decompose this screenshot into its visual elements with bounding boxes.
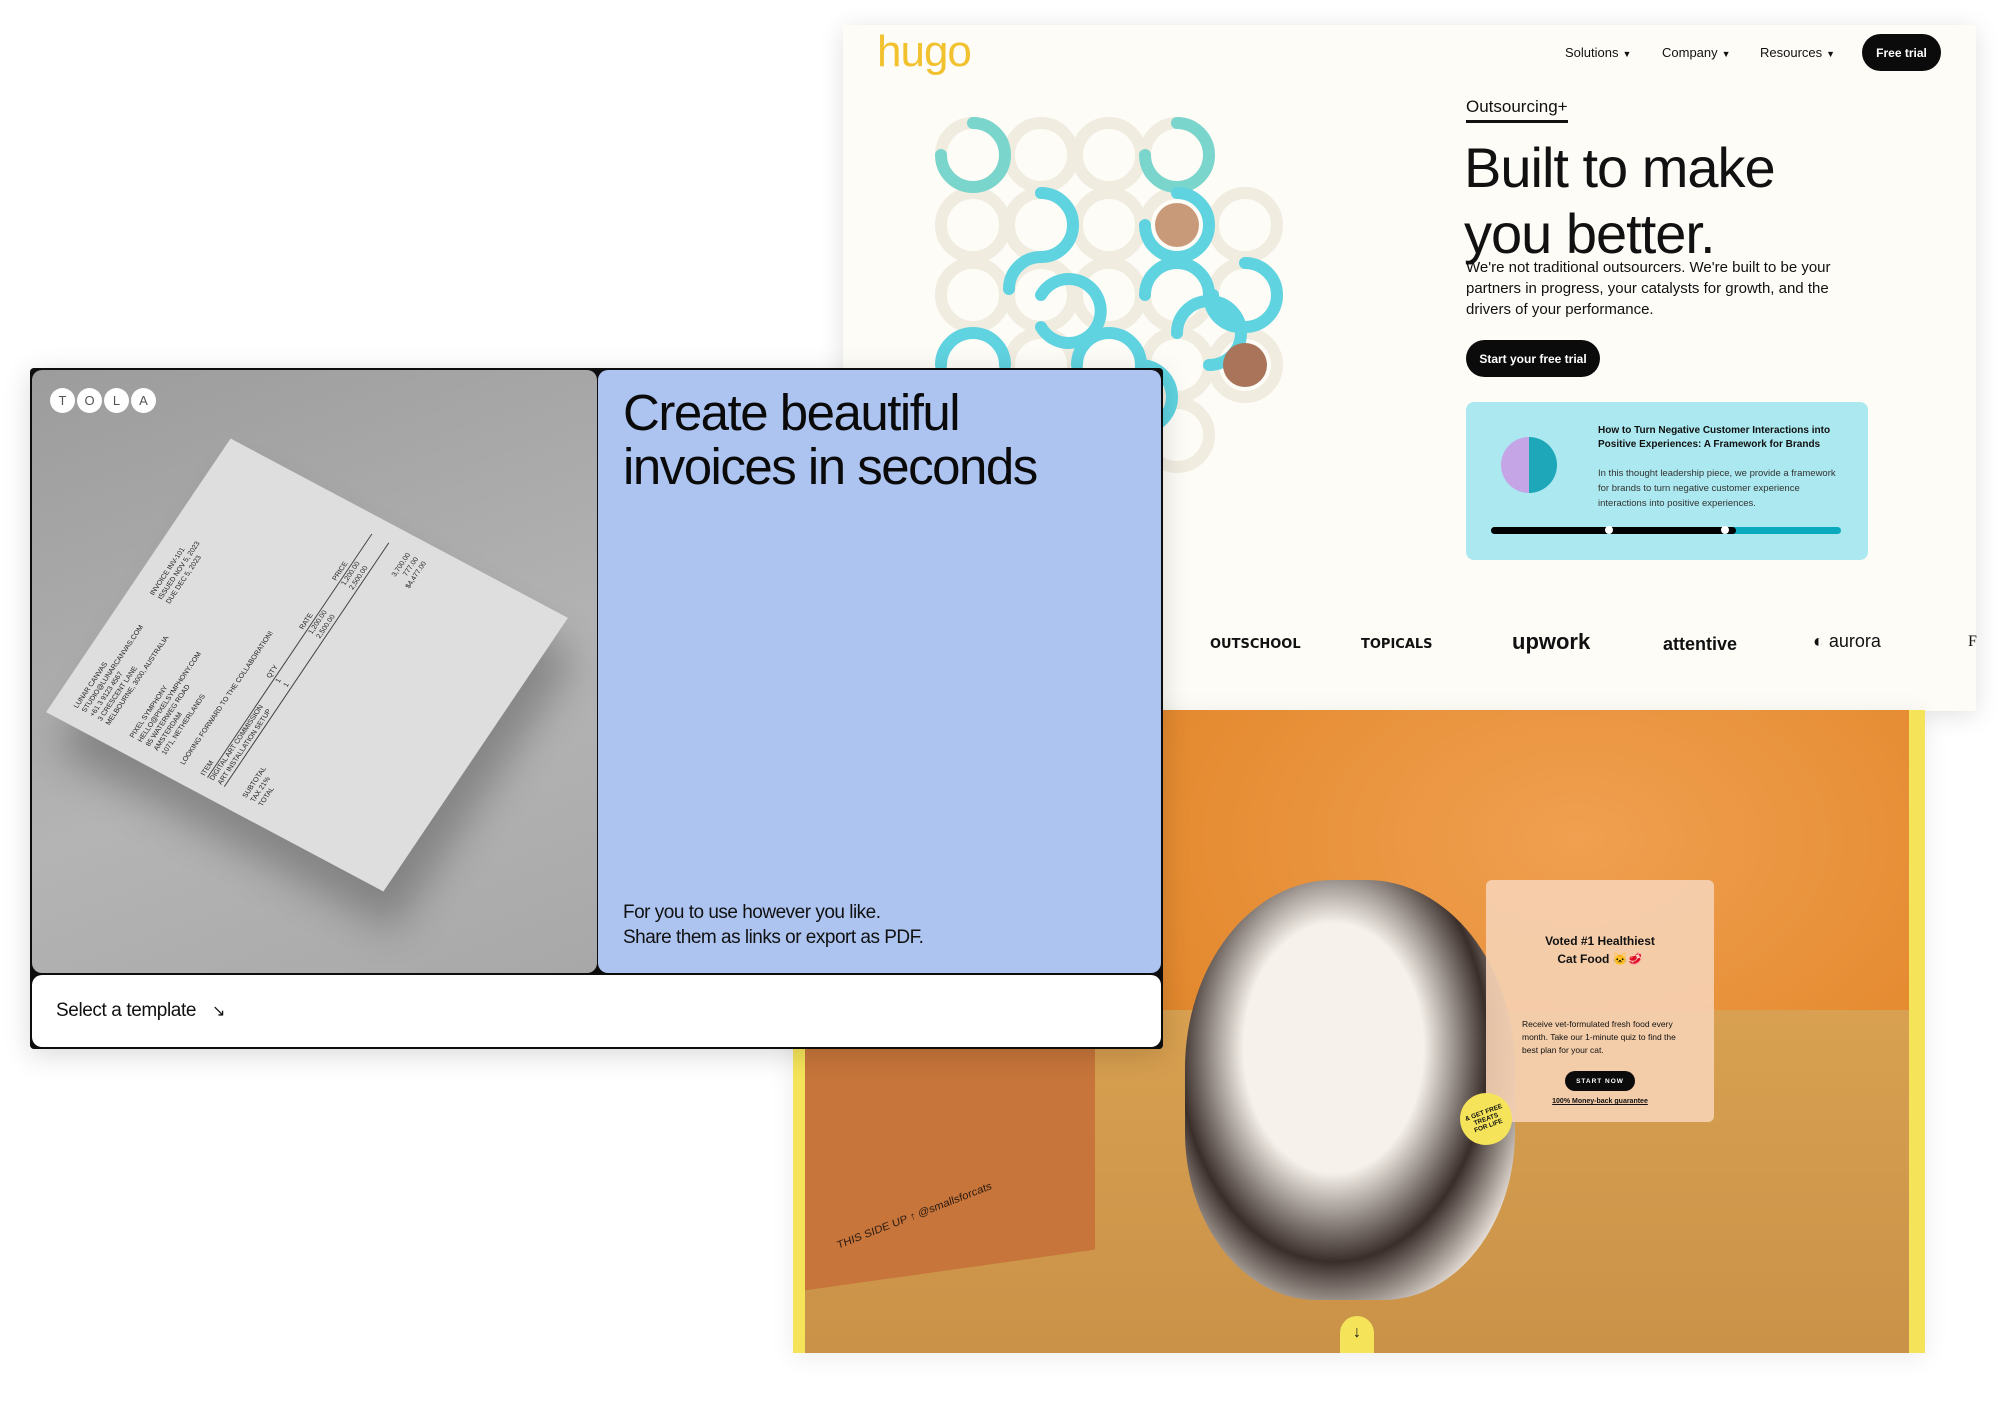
hero-headline: Create beautiful invoices in seconds [623,384,1038,495]
headline-line: invoices in seconds [623,438,1038,495]
chevron-down-icon: ▼ [1826,49,1836,59]
hero-headline: Built to make you better. [1464,135,1776,267]
article-title: How to Turn Negative Customer Interactio… [1598,425,1831,450]
promo-card: Voted #1 Healthiest Cat Food 🐱🥩 Receive … [1486,880,1714,1122]
logo-outschool: OUTSCHOOL [1210,637,1301,652]
promo-title-line: Cat Food 🐱🥩 [1557,952,1643,966]
nav-label: Company [1662,45,1718,60]
hero-body: We're not traditional outsourcers. We're… [1466,259,1831,318]
select-template-label: Select a template [56,1000,197,1021]
logo-letter: O [77,388,102,413]
promo-title-line: Voted #1 Healthiest [1545,934,1655,948]
nav-label: Solutions [1565,45,1619,60]
article-card[interactable]: How to Turn Negative Customer Interactio… [1466,402,1868,560]
nav-label: Resources [1760,45,1823,60]
chevron-down-icon: ▼ [1721,49,1731,59]
start-free-trial-button[interactable]: Start your free trial [1466,340,1600,377]
eyebrow-label: Outsourcing+ [1466,97,1568,123]
progress-fill [1491,527,1736,534]
logo-letter: A [131,388,156,413]
subtext-line: Share them as links or export as PDF. [623,927,924,948]
arrow-down-right-icon: ↘ [212,1003,226,1020]
logo-aurora: ◐ aurora [1813,631,1881,652]
avatar-woman [1155,203,1199,247]
free-trial-button[interactable]: Free trial [1862,34,1941,71]
nav-resources[interactable]: Resources ▼ [1760,45,1835,60]
invoice-photo-panel: T O L A LUNAR CANVAS STUDIO@LUNARCANVAS.C… [32,370,597,973]
scroll-down-button[interactable]: ↓ [1340,1316,1374,1353]
guarantee-link[interactable]: 100% Money-back guarantee [1486,1098,1714,1105]
kitten [1185,880,1515,1300]
hero-subtext: For you to use however you like. Share t… [623,900,924,950]
nav-company[interactable]: Company ▼ [1662,45,1731,60]
start-now-button[interactable]: START NOW [1565,1071,1635,1091]
logo-letter: T [50,388,75,413]
logo-upwork: upwork [1512,629,1591,654]
article-thumbnail [1501,437,1557,493]
tola-logo[interactable]: T O L A [50,388,156,413]
select-template-button[interactable]: Select a template ↘ [32,975,1161,1047]
subtext-line: For you to use however you like. [623,902,881,923]
progress-marker [1721,526,1729,534]
tola-website-screenshot: T O L A LUNAR CANVAS STUDIO@LUNARCANVAS.C… [30,368,1163,1049]
headline-line: Built to make [1464,136,1776,199]
logo-letter: L [104,388,129,413]
box-text: THIS SIDE UP ↑ @smallsforcats [835,1180,993,1252]
promo-body: Receive vet-formulated fresh food every … [1522,1019,1676,1055]
promo-title: Voted #1 Healthiest Cat Food 🐱🥩 [1486,932,1714,968]
hugo-logo[interactable]: hugo [877,27,972,77]
logo-topicals: TOPICALS [1361,637,1433,652]
logo-attentive: attentive [1663,634,1738,654]
progress-track[interactable] [1491,526,1841,534]
aurora-icon: ◐ [1813,631,1829,651]
hero-panel: Create beautiful invoices in seconds For… [598,370,1161,973]
headline-line: Create beautiful [623,384,961,441]
nav-solutions[interactable]: Solutions ▼ [1565,45,1631,60]
logo-text: aurora [1828,631,1881,651]
chevron-down-icon: ▼ [1622,49,1632,59]
invoice-paper: LUNAR CANVAS STUDIO@LUNARCANVAS.COM +61 3 … [46,438,568,892]
progress-marker [1605,526,1613,534]
article-body: In this thought leadership piece, we pro… [1598,468,1836,509]
invoice-meta: INVOICE INV-101 ISSUED NOV 5, 2023 DUE DEC… [148,536,226,614]
logo-partial: F [1968,633,1977,650]
avatar-man [1223,343,1267,387]
